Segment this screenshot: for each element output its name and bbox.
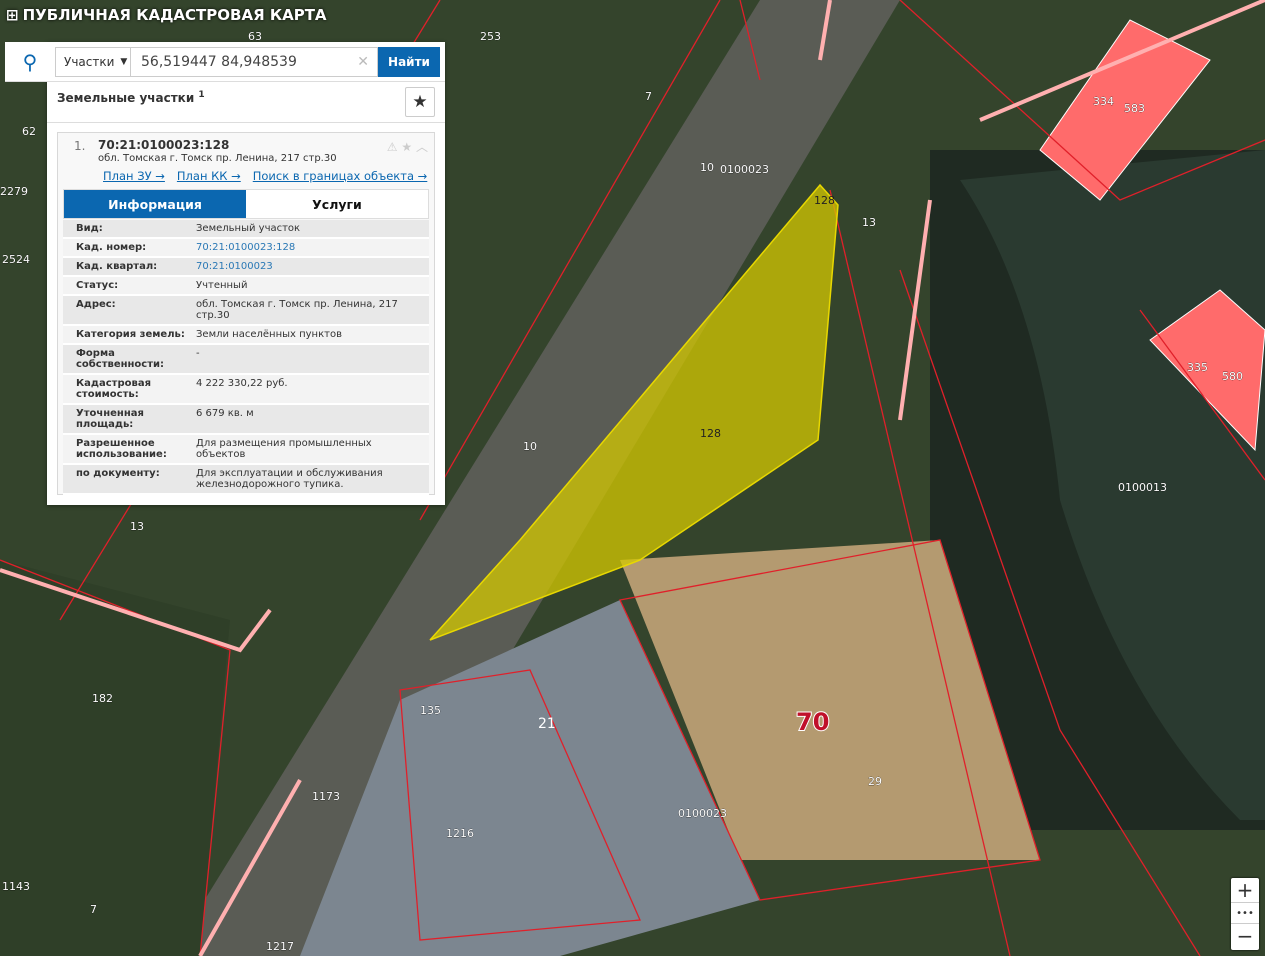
more-button[interactable]: •••: [1231, 902, 1259, 924]
info-key: Адрес:: [76, 299, 116, 310]
map-label: 334: [1093, 95, 1114, 108]
favorites-button[interactable]: ★: [405, 87, 435, 117]
info-key: Разрешенное использование:: [76, 438, 167, 460]
info-value: Учтенный: [196, 280, 248, 291]
info-value: -: [196, 348, 200, 359]
tab-info[interactable]: Информация: [64, 190, 246, 218]
map-label: 21: [538, 716, 556, 732]
search-bar: ⚲ Участки ▼ 56,519447 84,948539 ✕ Найти: [5, 42, 445, 82]
results-count: 1: [198, 90, 205, 100]
result-index: 1.: [74, 139, 86, 153]
info-row: Разрешенное использование: Для размещения…: [63, 435, 429, 465]
search-in-bounds-link[interactable]: Поиск в границах объекта →: [253, 169, 428, 183]
zoom-out-button[interactable]: −: [1231, 924, 1259, 948]
info-table: Вид: Земельный участок Кад. номер: 70:21:01…: [63, 220, 429, 495]
map-label: 7: [645, 90, 652, 103]
info-row: Кад. номер: 70:21:0100023:128: [63, 239, 429, 258]
info-row: Уточненная площадь: 6 679 кв. м: [63, 405, 429, 435]
parcel-cad-number[interactable]: 70:21:0100023:128: [98, 138, 229, 152]
results-heading: Земельные участки 1: [57, 90, 205, 105]
map-label: 583: [1124, 102, 1145, 115]
map-label: 135: [420, 704, 441, 717]
map-label: 13: [130, 520, 144, 533]
map-label: 128: [700, 427, 721, 440]
zoom-controls: + ••• −: [1231, 878, 1259, 950]
info-key: Статус:: [76, 280, 119, 291]
info-key: Форма собственности:: [76, 348, 165, 370]
app-title: ⊞ ПУБЛИЧНАЯ КАДАСТРОВАЯ КАРТА: [6, 6, 327, 24]
search-icon[interactable]: ⚲: [5, 50, 55, 74]
map-label: 70: [796, 708, 829, 736]
info-row: Адрес: обл. Томская г. Томск пр. Ленина, …: [63, 296, 429, 326]
info-row: Кадастровая стоимость: 4 222 330,22 руб.: [63, 375, 429, 405]
info-key: Кад. номер:: [76, 242, 147, 253]
search-button[interactable]: Найти: [378, 46, 440, 77]
info-row: Категория земель: Земли населённых пункто…: [63, 326, 429, 345]
map-label: 580: [1222, 370, 1243, 383]
map-label: 0100013: [1118, 481, 1167, 494]
map-label: 2524: [2, 253, 30, 266]
info-row: Кад. квартал: 70:21:0100023: [63, 258, 429, 277]
info-key: Категория земель:: [76, 329, 185, 340]
parcel-card: 1. 70:21:0100023:128 обл. Томская г. Том…: [57, 132, 435, 495]
warning-icon[interactable]: ⚠: [387, 140, 398, 154]
map-label: 128: [814, 194, 835, 207]
map-label: 335: [1187, 361, 1208, 374]
map-label: 29: [868, 775, 882, 788]
info-key: Кадастровая стоимость:: [76, 378, 151, 400]
info-row: Форма собственности: -: [63, 345, 429, 375]
info-value[interactable]: 70:21:0100023: [196, 261, 429, 272]
info-key: по документу:: [76, 468, 160, 479]
parcel-address: обл. Томская г. Томск пр. Ленина, 217 ст…: [98, 153, 337, 164]
map-label: 62: [22, 125, 36, 138]
map-label: 1216: [446, 827, 474, 840]
info-value: Для размещения промышленных объектов: [196, 438, 372, 460]
info-value: Земли населённых пунктов: [196, 329, 342, 340]
map-label: 0100023: [720, 163, 769, 176]
info-row: Статус: Учтенный: [63, 277, 429, 296]
search-type-select[interactable]: Участки ▼: [55, 46, 131, 77]
info-value: 6 679 кв. м: [196, 408, 254, 419]
map-label: 10: [523, 440, 537, 453]
info-row: по документу: Для эксплуатации и обслужив…: [63, 465, 429, 495]
map-label: 1173: [312, 790, 340, 803]
map-label: 7: [90, 903, 97, 916]
map-label: 253: [480, 30, 501, 43]
info-value: Земельный участок: [196, 223, 301, 234]
info-key: Кад. квартал:: [76, 261, 158, 272]
map-label: 1217: [266, 940, 294, 953]
caret-down-icon: ▼: [120, 56, 128, 67]
divider: [47, 122, 445, 123]
tab-services[interactable]: Услуги: [246, 190, 428, 218]
plan-zu-link[interactable]: План ЗУ →: [103, 169, 165, 183]
search-input[interactable]: 56,519447 84,948539 ✕: [131, 46, 378, 77]
star-icon[interactable]: ★: [401, 140, 412, 154]
collapse-icon[interactable]: ︿: [416, 140, 428, 154]
zoom-in-button[interactable]: +: [1231, 878, 1259, 902]
map-label: 2279: [0, 185, 28, 198]
info-value: Для эксплуатации и обслуживания железнод…: [196, 468, 383, 490]
info-key: Вид:: [76, 223, 103, 234]
clear-icon[interactable]: ✕: [357, 54, 377, 70]
info-value: 4 222 330,22 руб.: [196, 378, 288, 389]
map-label: 182: [92, 692, 113, 705]
info-value[interactable]: 70:21:0100023:128: [196, 242, 429, 253]
plan-kk-link[interactable]: План КК →: [177, 169, 241, 183]
logo-icon: ⊞: [6, 6, 19, 24]
info-row: Вид: Земельный участок: [63, 220, 429, 239]
map-label: 1143: [2, 880, 30, 893]
info-value: обл. Томская г. Томск пр. Ленина, 217 ст…: [196, 299, 398, 321]
map-label: 13: [862, 216, 876, 229]
search-panel: ⚲ Участки ▼ 56,519447 84,948539 ✕ Найти Зе…: [5, 42, 445, 505]
map-label: 10: [700, 161, 714, 174]
map-label: 0100023: [678, 807, 727, 820]
info-key: Уточненная площадь:: [76, 408, 144, 430]
